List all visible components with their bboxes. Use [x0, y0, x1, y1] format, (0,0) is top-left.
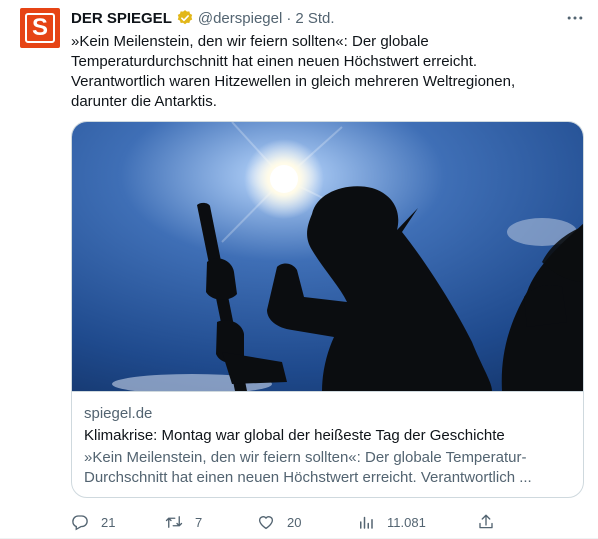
tweet-text-line: Verantwortlich waren Hitzewellen in glei… [71, 73, 516, 90]
more-dots-icon[interactable] [564, 8, 586, 28]
like-count: 20 [287, 514, 302, 530]
link-card[interactable]: spiegel.de Klimakrise: Montag war global… [71, 121, 584, 498]
tweet-header: DER SPIEGEL @derspiegel · 2 Std. [71, 8, 335, 28]
card-title: Klimakrise: Montag war global der heißes… [84, 427, 505, 444]
retweet-button[interactable]: 7 [165, 510, 202, 534]
heart-icon [258, 516, 274, 530]
views-count: 11.081 [387, 514, 426, 530]
separator: · [286, 9, 292, 27]
card-body[interactable]: spiegel.de Klimakrise: Montag war global… [72, 391, 583, 497]
card-image[interactable] [72, 122, 584, 391]
action-bar: 21 7 20 11.081 [71, 510, 586, 534]
tweet[interactable]: S DER SPIEGEL @derspiegel · 2 Std. »Kein… [0, 0, 598, 539]
avatar-logo: S [25, 13, 55, 43]
reply-count: 21 [101, 514, 116, 530]
views-button[interactable]: 11.081 [357, 510, 426, 534]
tweet-text-line: darunter die Antarktis. [71, 93, 217, 110]
reply-button[interactable]: 21 [71, 510, 115, 534]
reply-icon [72, 515, 88, 531]
views-icon [360, 516, 373, 529]
card-domain: spiegel.de [84, 405, 153, 422]
author-handle[interactable]: @derspiegel [198, 10, 282, 27]
like-button[interactable]: 20 [257, 510, 301, 534]
retweet-count: 7 [195, 514, 203, 530]
retweet-icon [165, 516, 183, 528]
share-button[interactable] [477, 510, 495, 534]
share-icon [479, 514, 493, 529]
tweet-text-line: »Kein Meilenstein, den wir feiern sollte… [71, 33, 429, 50]
tweet-text-line: Temperaturdurchschnitt hat einen neuen H… [71, 53, 478, 70]
verified-badge-icon[interactable] [176, 9, 194, 27]
card-description: »Kein Meilenstein, den wir feiern sollte… [84, 449, 532, 486]
avatar[interactable]: S [20, 8, 60, 48]
author-name[interactable]: DER SPIEGEL [71, 10, 172, 27]
tweet-time[interactable]: 2 Std. [295, 10, 334, 27]
tweet-text: »Kein Meilenstein, den wir feiern sollte… [71, 32, 571, 112]
